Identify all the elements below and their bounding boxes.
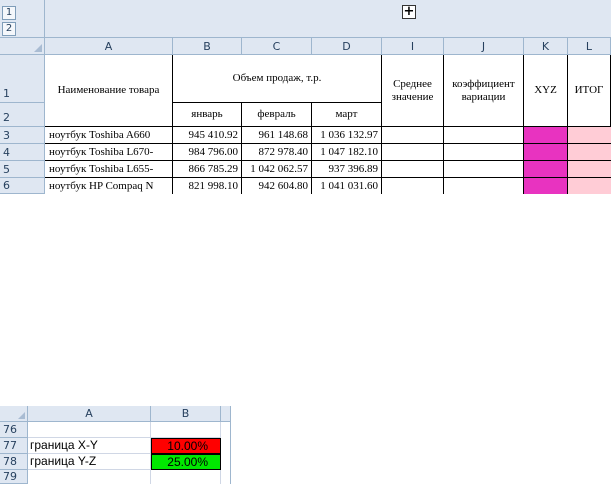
cell-total-row-4[interactable] [568,144,611,161]
header-xyz[interactable]: XYZ [524,55,568,127]
column-header-c[interactable]: C [242,38,312,55]
cell-a77[interactable]: граница X-Y [28,438,151,454]
row-header-77[interactable]: 77 [0,438,28,454]
header-average[interactable]: Среднее значение [382,55,444,127]
cell-jan-row-3[interactable]: 945 410.92 [173,127,242,144]
yz-boundary-value[interactable]: 25.00% [151,454,221,470]
cell-feb-row-3[interactable]: 961 148.68 [242,127,312,144]
cell-xyz-row-4[interactable] [524,144,568,161]
outline-separator [44,0,45,38]
cell-b79[interactable] [151,470,221,484]
corner-triangle-icon [34,44,42,52]
column-header-a[interactable]: A [45,38,173,55]
cell-jan-row-6[interactable]: 821 998.10 [173,178,242,194]
column-header-j[interactable]: J [444,38,524,55]
column-header-l[interactable]: L [568,38,611,55]
column-header-a-lower[interactable]: A [28,406,151,422]
row-header-6[interactable]: 6 [0,178,45,194]
cell-name-row-4[interactable]: ноутбук Toshiba L670- [45,144,173,161]
column-header-b[interactable]: B [173,38,242,55]
row-header-1[interactable]: 1 [0,55,45,103]
header-sales-volume[interactable]: Объем продаж, т.р. [173,55,382,103]
header-product-name[interactable]: Наименование товара [45,55,173,127]
cell-mar-row-5[interactable]: 937 396.89 [312,161,382,178]
row-header-4[interactable]: 4 [0,144,45,161]
cell-variation-row-3[interactable] [444,127,524,144]
header-total[interactable]: ИТОГ [568,55,611,127]
cell-mar-row-4[interactable]: 1 047 182.10 [312,144,382,161]
header-month-february[interactable]: февраль [242,103,312,127]
outline-level-2-button[interactable]: 2 [2,22,16,36]
cell-a79[interactable] [28,470,151,484]
cell-feb-row-6[interactable]: 942 604.80 [242,178,312,194]
cell-variation-row-4[interactable] [444,144,524,161]
cell-variation-row-6[interactable] [444,178,524,194]
cell-feb-row-5[interactable]: 1 042 062.57 [242,161,312,178]
header-month-january[interactable]: январь [173,103,242,127]
column-header-i[interactable]: I [382,38,444,55]
cell-total-row-5[interactable] [568,161,611,178]
column-header-k[interactable]: K [524,38,568,55]
column-header-b-lower[interactable]: B [151,406,221,422]
spreadsheet-grid-bottom: A B 76 77 78 79 граница X-Y 10.00% грани… [0,406,231,484]
cell-feb-row-4[interactable]: 872 978.40 [242,144,312,161]
row-header-78[interactable]: 78 [0,454,28,470]
cell-jan-row-4[interactable]: 984 796.00 [173,144,242,161]
cell-jan-row-5[interactable]: 866 785.29 [173,161,242,178]
row-header-5[interactable]: 5 [0,161,45,178]
expand-group-button[interactable]: + [402,5,416,19]
cell-a78[interactable]: граница Y-Z [28,454,151,470]
cell-total-row-6[interactable] [568,178,611,194]
cell-mar-row-3[interactable]: 1 036 132.97 [312,127,382,144]
cell-name-row-3[interactable]: ноутбук Toshiba A660 [45,127,173,144]
cell-average-row-3[interactable] [382,127,444,144]
outline-level-1-button[interactable]: 1 [2,6,16,20]
column-header-c-lower-partial[interactable] [221,406,230,422]
cell-name-row-5[interactable]: ноутбук Toshiba L655- [45,161,173,178]
header-month-march[interactable]: март [312,103,382,127]
cell-average-row-5[interactable] [382,161,444,178]
row-header-2[interactable]: 2 [0,103,45,127]
cell-name-row-6[interactable]: ноутбук HP Compaq N [45,178,173,194]
xy-boundary-value[interactable]: 10.00% [151,438,221,454]
outline-bar [0,0,611,38]
cell-xyz-row-3[interactable] [524,127,568,144]
select-all-corner-lower[interactable] [0,406,28,422]
cell-mar-row-6[interactable]: 1 041 031.60 [312,178,382,194]
cell-variation-row-5[interactable] [444,161,524,178]
cell-a76[interactable] [28,422,151,438]
corner-triangle-icon [18,412,25,419]
cell-total-row-3[interactable] [568,127,611,144]
cell-xyz-row-6[interactable] [524,178,568,194]
column-header-d[interactable]: D [312,38,382,55]
cell-average-row-4[interactable] [382,144,444,161]
row-header-76[interactable]: 76 [0,422,28,438]
cell-b76[interactable] [151,422,221,438]
row-header-3[interactable]: 3 [0,127,45,144]
select-all-corner[interactable] [0,38,45,55]
cell-xyz-row-5[interactable] [524,161,568,178]
row-header-79[interactable]: 79 [0,470,28,484]
header-variation-coefficient[interactable]: коэффициент вариации [444,55,524,127]
cell-average-row-6[interactable] [382,178,444,194]
spreadsheet-grid-top: 1 2 + A B C D I J K L 1 2 3 4 5 6 Наимен… [0,0,611,194]
